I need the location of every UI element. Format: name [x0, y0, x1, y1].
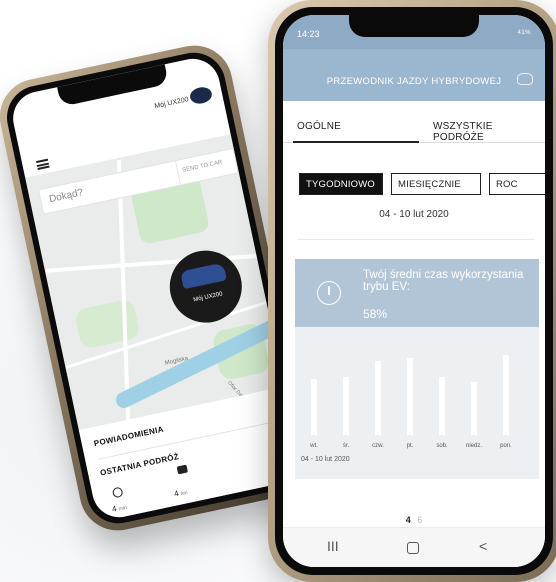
- pager-other[interactable]: 6: [417, 515, 422, 525]
- ev-usage-text: Twój średni czas wykorzystania trybu EV:: [363, 269, 524, 293]
- separator: [297, 239, 535, 240]
- hybrid-car-icon: [517, 73, 533, 85]
- status-signal-icon: 41%: [517, 30, 531, 36]
- bar-day-label: pon.: [500, 443, 512, 449]
- trip-duration-value: 4: [111, 504, 118, 514]
- header-bar: [283, 49, 545, 101]
- page-title: PRZEWODNIK JAZDY HYBRYDOWEJ: [326, 76, 502, 87]
- car-icon: [180, 262, 227, 290]
- tab-general[interactable]: OGÓLNE: [297, 121, 341, 132]
- bar-day-label: niedz.: [465, 443, 482, 449]
- status-time: 14:23: [297, 29, 320, 39]
- period-weekly-button[interactable]: TYGODNIOWO: [299, 173, 383, 195]
- pager: 4 6: [283, 515, 545, 525]
- active-tab-indicator: [293, 141, 419, 143]
- ev-usage-bar[interactable]: [343, 377, 349, 435]
- period-monthly-button[interactable]: MIESIĘCZNIE: [391, 173, 481, 195]
- ev-usage-bar[interactable]: [311, 379, 317, 435]
- period-yearly-button[interactable]: ROC: [489, 173, 545, 195]
- ev-usage-bar[interactable]: [503, 355, 509, 435]
- trip-distance-value: 4: [173, 488, 180, 499]
- tab-bar: OGÓLNE WSZYSTKIE PODRÓŻE: [283, 111, 545, 147]
- bar-day-label: pt.: [406, 443, 414, 449]
- pager-current[interactable]: 4: [406, 515, 411, 525]
- recent-apps-button[interactable]: III: [327, 538, 339, 554]
- ev-usage-card: Twój średni czas wykorzystania trybu EV:…: [295, 259, 539, 479]
- ev-usage-bar[interactable]: [407, 358, 413, 435]
- map-park: [73, 298, 141, 350]
- bar-day-label: czw.: [372, 443, 384, 449]
- right-phone: 14:23 41% PRZEWODNIK JAZDY HYBRYDOWEJ OG…: [268, 0, 556, 582]
- ev-usage-bar[interactable]: [375, 361, 381, 435]
- bar-day-label: sob.: [436, 443, 448, 449]
- pin-label: Mój UX200: [192, 291, 224, 304]
- map-road: [46, 252, 286, 273]
- ev-clock-icon: [317, 281, 341, 305]
- home-button[interactable]: [407, 542, 419, 554]
- bar-day-label: wt.: [310, 443, 318, 449]
- back-button[interactable]: <: [479, 538, 487, 554]
- right-phone-bezel: 14:23 41% PRZEWODNIK JAZDY HYBRYDOWEJ OG…: [275, 7, 553, 575]
- tab-all-trips[interactable]: WSZYSTKIE PODRÓŻE: [433, 121, 545, 143]
- bar-day-label: śr.: [342, 443, 350, 449]
- ev-usage-bar[interactable]: [439, 377, 445, 435]
- date-range: 04 - 10 lut 2020: [379, 209, 449, 220]
- android-nav-bar: III <: [283, 527, 545, 567]
- ev-usage-bar[interactable]: [471, 382, 477, 435]
- chart-range-label: 04 - 10 lut 2020: [301, 456, 350, 463]
- right-phone-screen: 14:23 41% PRZEWODNIK JAZDY HYBRYDOWEJ OG…: [283, 15, 545, 567]
- right-phone-notch: [349, 15, 479, 37]
- ev-usage-value: 58%: [363, 307, 388, 321]
